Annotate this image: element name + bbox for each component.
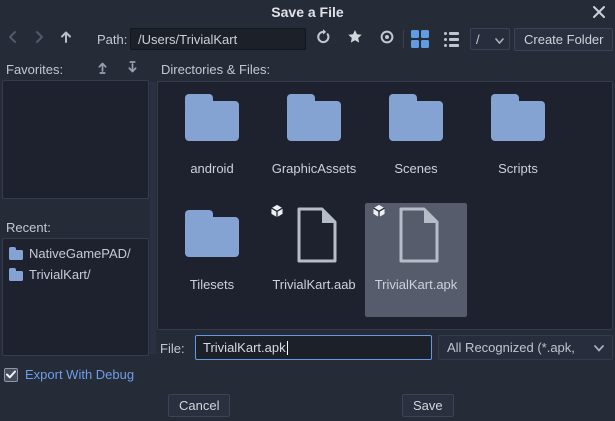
recent-item-label: TrivialKart/ [29, 267, 91, 282]
recent-label: Recent: [6, 220, 51, 235]
recent-item[interactable]: NativeGamePAD/ [3, 243, 148, 264]
move-up-icon [95, 60, 110, 80]
filename-value: TrivialKart.apk [203, 340, 286, 355]
favorites-list[interactable] [2, 80, 149, 199]
grid-view-icon [411, 30, 429, 48]
chevron-down-icon [594, 340, 604, 355]
hidden-files-icon [379, 29, 395, 50]
recent-item[interactable]: TrivialKart/ [3, 264, 148, 285]
create-folder-button[interactable]: Create Folder [514, 28, 613, 51]
move-down-icon [125, 60, 140, 80]
item-label: Scripts [459, 161, 577, 176]
file-item[interactable]: TrivialKart.aab [263, 203, 365, 317]
item-label: Tilesets [153, 277, 271, 292]
grid-view-button[interactable] [410, 29, 430, 49]
chevron-left-icon [6, 30, 20, 49]
drive-dropdown-value: / [476, 32, 480, 47]
favorites-label: Favorites: [6, 62, 63, 77]
favorite-move-up-button[interactable] [92, 60, 112, 80]
file-icon [292, 206, 338, 264]
favorite-move-down-button[interactable] [122, 60, 142, 80]
file-label: File: [160, 341, 185, 356]
back-button[interactable] [3, 29, 23, 49]
folder-icon [9, 271, 23, 281]
cancel-button[interactable]: Cancel [168, 394, 230, 417]
cancel-label: Cancel [179, 398, 219, 413]
chevron-down-icon [495, 32, 504, 47]
close-icon [592, 5, 606, 24]
folder-icon [287, 101, 341, 141]
folder-icon [185, 217, 239, 257]
item-label: TrivialKart.apk [357, 277, 475, 292]
folder-item[interactable]: GraphicAssets [263, 87, 365, 201]
directories-files-label: Directories & Files: [161, 62, 270, 77]
folder-item[interactable]: Scripts [467, 87, 569, 201]
folder-icon [389, 101, 443, 141]
item-label: GraphicAssets [255, 161, 373, 176]
dialog-title: Save a File [0, 4, 615, 20]
arrow-up-icon [59, 30, 73, 49]
item-label: android [153, 161, 271, 176]
refresh-icon [315, 29, 331, 50]
recent-list[interactable]: NativeGamePAD/TrivialKart/ [2, 238, 149, 356]
drive-dropdown[interactable]: / [470, 28, 510, 50]
save-label: Save [413, 398, 443, 413]
file-grid[interactable]: androidGraphicAssetsScenesScripts Tileset… [157, 81, 613, 330]
file-type-filter-dropdown[interactable]: All Recognized (*.apk, [438, 335, 613, 360]
path-value: /Users/TrivialKart [138, 32, 237, 47]
export-with-debug-label: Export With Debug [25, 367, 134, 382]
list-view-icon [444, 32, 459, 47]
file-item[interactable]: TrivialKart.apk [365, 203, 467, 317]
save-button[interactable]: Save [402, 394, 454, 417]
refresh-button[interactable] [313, 29, 333, 49]
package-badge-icon [270, 204, 284, 218]
text-caret [287, 341, 288, 355]
file-type-filter-value: All Recognized (*.apk, [447, 340, 575, 355]
checkbox-checked-icon [4, 368, 18, 382]
folder-icon [491, 101, 545, 141]
toolbar-separator [403, 30, 404, 48]
path-label: Path: [97, 32, 127, 47]
package-badge-icon [372, 204, 386, 218]
pane-splitter[interactable] [150, 82, 156, 354]
folder-icon [9, 250, 23, 260]
create-folder-label: Create Folder [524, 32, 603, 47]
show-hidden-toggle-button[interactable] [377, 29, 397, 49]
save-file-dialog: Save a File Path: /Users/TrivialKart [0, 0, 615, 421]
recent-item-label: NativeGamePAD/ [29, 246, 131, 261]
folder-item[interactable]: Scenes [365, 87, 467, 201]
title-bar: Save a File [0, 0, 615, 26]
chevron-right-icon [32, 30, 46, 49]
item-label: Scenes [357, 161, 475, 176]
folder-item[interactable]: android [161, 87, 263, 201]
forward-button[interactable] [29, 29, 49, 49]
folder-icon [185, 101, 239, 141]
up-directory-button[interactable] [56, 29, 76, 49]
folder-item[interactable]: Tilesets [161, 203, 263, 317]
export-with-debug-checkbox[interactable]: Export With Debug [4, 367, 134, 382]
close-button[interactable] [590, 5, 608, 23]
list-view-button[interactable] [441, 29, 461, 49]
favorite-toggle-button[interactable] [345, 29, 365, 49]
file-icon [394, 206, 440, 264]
path-input[interactable]: /Users/TrivialKart [130, 28, 306, 50]
item-label: TrivialKart.aab [255, 277, 373, 292]
star-icon [347, 29, 363, 50]
filename-input[interactable]: TrivialKart.apk [195, 335, 432, 360]
